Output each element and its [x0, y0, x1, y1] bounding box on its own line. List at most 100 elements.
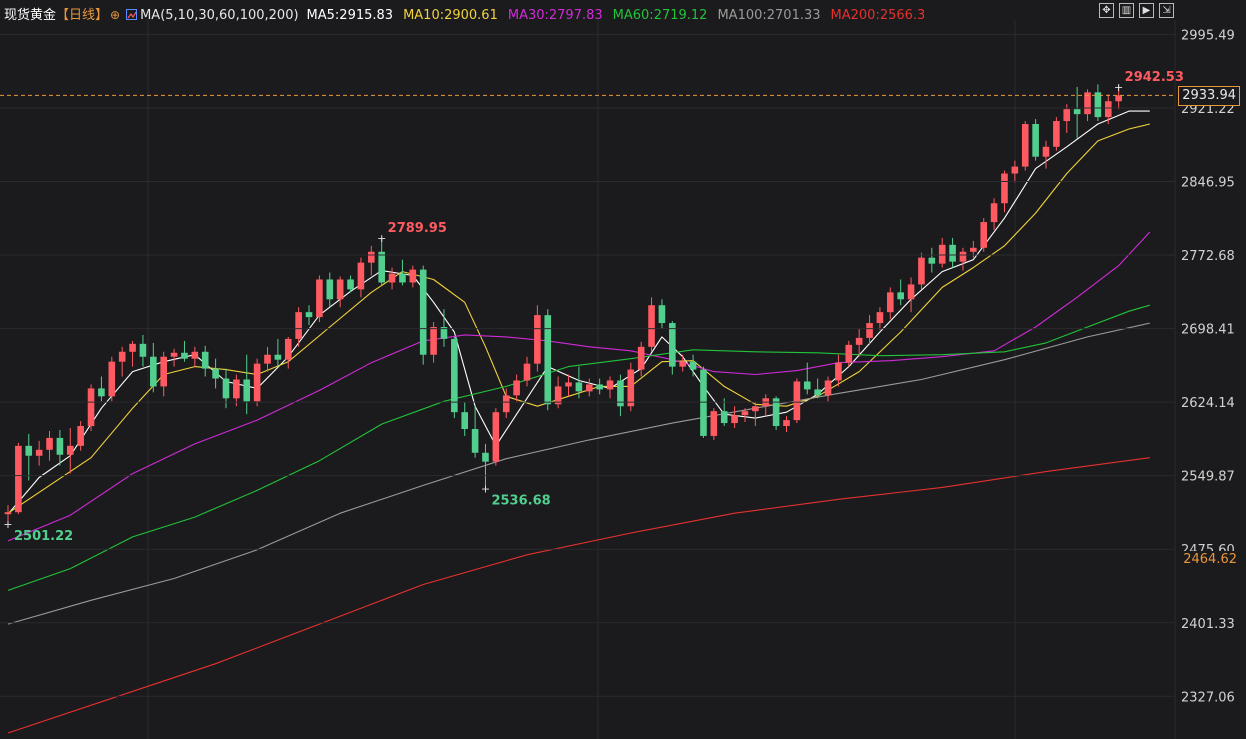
candle: [679, 354, 686, 372]
candle-body: [513, 380, 520, 396]
candle: [772, 396, 780, 430]
candle: [378, 237, 385, 286]
candle-body: [928, 257, 936, 264]
candle-body: [554, 386, 562, 405]
candle-body: [482, 452, 489, 462]
candle: [534, 305, 541, 372]
candle: [949, 237, 956, 268]
symbol-name[interactable]: 现货黄金: [4, 8, 56, 23]
candle-body: [783, 420, 790, 427]
candle-body: [274, 354, 282, 360]
candle-body: [98, 388, 105, 397]
candle-body: [752, 406, 759, 412]
candle: [170, 348, 178, 367]
candle: [264, 346, 271, 372]
candle-body: [887, 292, 894, 313]
candlestick-chart[interactable]: +2942.53+2789.95+2536.68+2501.22 2995.49…: [0, 0, 1246, 739]
candle-body: [150, 356, 157, 387]
candle-body: [918, 257, 925, 285]
candle: [783, 416, 790, 432]
extreme-marker: +: [1114, 81, 1123, 94]
candle: [440, 309, 448, 347]
candle: [316, 275, 323, 323]
ma-indicator-icon[interactable]: [126, 9, 138, 20]
candle-body: [938, 244, 946, 264]
candle: [762, 394, 770, 417]
extreme-price-label: 2789.95: [388, 221, 447, 236]
candle-body: [129, 343, 136, 352]
candle-body: [191, 351, 199, 359]
candle-body: [897, 292, 904, 300]
candle: [752, 402, 759, 427]
candle: [1084, 89, 1091, 122]
period-label[interactable]: 【日线】: [56, 8, 108, 23]
candle-body: [212, 368, 219, 379]
candle: [596, 378, 603, 395]
candle-body: [980, 222, 988, 248]
candle: [523, 356, 531, 387]
candle-body: [461, 412, 469, 430]
candle-body: [471, 429, 479, 453]
candle: [46, 430, 53, 461]
chart-type-icon[interactable]: ▥: [1119, 3, 1134, 18]
expand-icon[interactable]: ⇲: [1159, 3, 1174, 18]
candle-body: [658, 305, 666, 324]
candle: [918, 252, 925, 290]
candle-body: [1032, 124, 1039, 157]
candle: [928, 247, 936, 273]
candle: [887, 287, 894, 320]
extreme-marker: +: [3, 518, 12, 531]
ma-value-1: MA10:2900.61: [403, 8, 498, 23]
candle: [606, 376, 614, 399]
y-tick-label: 2327.06: [1181, 690, 1235, 705]
y-tick-label: 2995.49: [1181, 28, 1235, 43]
candle: [544, 309, 552, 411]
candle-body: [710, 411, 718, 436]
candle: [212, 358, 219, 389]
candle: [1011, 160, 1019, 183]
candle: [15, 442, 22, 515]
ma-value-2: MA30:2797.83: [507, 8, 603, 23]
move-icon[interactable]: ✥: [1099, 3, 1114, 18]
candle: [66, 428, 74, 474]
candle: [814, 378, 821, 399]
candle-body: [575, 382, 583, 392]
candle-body: [1115, 95, 1122, 102]
candle: [201, 345, 209, 377]
candle: [139, 334, 147, 367]
candle-body: [523, 363, 531, 381]
candle: [35, 440, 43, 466]
candle: [1021, 121, 1029, 171]
candle: [108, 356, 116, 402]
candle-body: [388, 273, 396, 283]
candle: [1063, 104, 1071, 133]
candle-body: [990, 203, 998, 223]
circle-plus-icon[interactable]: ⊕: [110, 8, 120, 22]
moving-average-lines: [7, 110, 1151, 734]
candle: [1001, 170, 1008, 213]
chart-header: 现货黄金【日线】 ⊕ MA(5,10,30,60,100,200) MA5:2915.…: [4, 4, 941, 23]
candle-body: [409, 269, 417, 283]
ma-value-0: MA5:2915.83: [306, 8, 394, 23]
candle: [492, 408, 500, 466]
ma-line-ma200: [7, 457, 1150, 734]
ma-line-ma10: [7, 123, 1150, 514]
candle-body: [25, 445, 33, 456]
candle-body: [295, 312, 302, 339]
candle: [565, 374, 572, 397]
candle-body: [451, 338, 458, 413]
candle-body: [264, 354, 271, 364]
candle: [876, 307, 884, 330]
candle-body: [378, 251, 385, 283]
y-tick-label: 2772.68: [1181, 249, 1235, 264]
candle-body: [720, 411, 728, 424]
candle-body: [1063, 109, 1071, 122]
candle-body: [814, 389, 821, 396]
candle-body: [1104, 101, 1112, 118]
extreme-marker: +: [481, 483, 490, 496]
y-tick-label: 2549.87: [1181, 470, 1235, 485]
play-icon[interactable]: ▶: [1139, 3, 1154, 18]
candle: [419, 265, 427, 365]
candle: [233, 374, 240, 407]
candle-body: [336, 279, 344, 300]
